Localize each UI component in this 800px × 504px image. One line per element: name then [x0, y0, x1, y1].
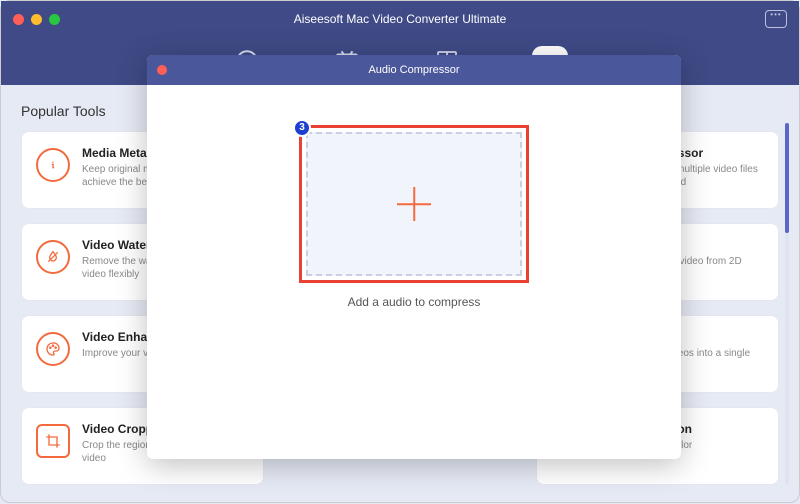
droplet-slash-icon — [36, 240, 70, 274]
modal-body: 3 Add a audio to compress — [147, 85, 681, 309]
drop-caption: Add a audio to compress — [348, 295, 481, 309]
scrollbar-thumb[interactable] — [785, 123, 789, 233]
feedback-icon[interactable] — [765, 10, 787, 28]
crop-icon — [36, 424, 70, 458]
modal-title: Audio Compressor — [147, 64, 681, 76]
modal-titlebar: Audio Compressor — [147, 55, 681, 85]
scrollbar[interactable] — [785, 123, 789, 484]
step-badge: 3 — [293, 119, 311, 137]
highlight-box: 3 — [299, 125, 529, 283]
info-icon — [36, 148, 70, 182]
plus-icon — [397, 187, 431, 221]
main-titlebar: Aiseesoft Mac Video Converter Ultimate — [1, 1, 799, 37]
window-title: Aiseesoft Mac Video Converter Ultimate — [1, 12, 799, 26]
drop-area-wrapper: 3 — [299, 125, 529, 283]
drop-zone[interactable] — [306, 132, 522, 276]
palette-icon — [36, 332, 70, 366]
audio-compressor-modal: Audio Compressor 3 Add a audio to compre… — [147, 55, 681, 459]
